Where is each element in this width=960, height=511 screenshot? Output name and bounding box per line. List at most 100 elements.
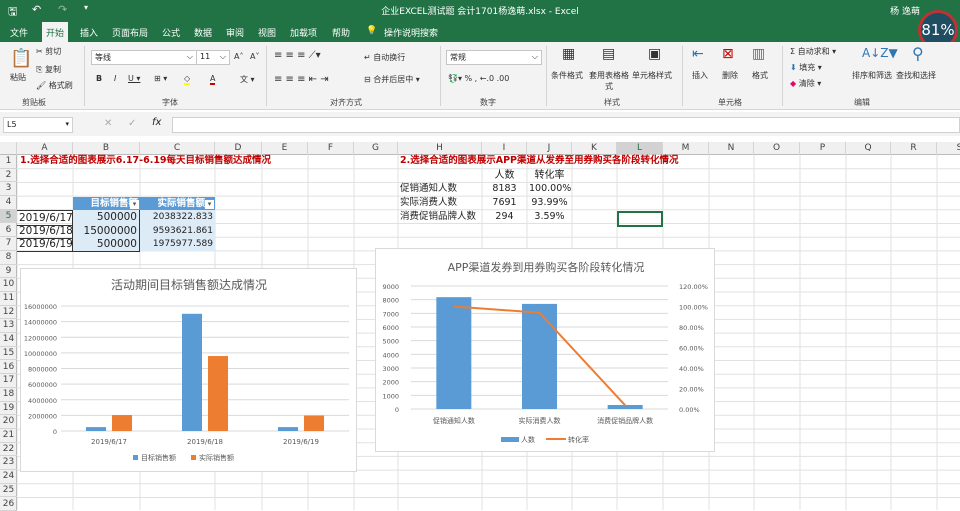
row-header-10[interactable]: 10 — [0, 278, 17, 292]
row-header-20[interactable]: 20 — [0, 415, 17, 429]
format-cells-button[interactable]: 格式 — [752, 70, 768, 81]
paste-button[interactable]: 粘贴 — [10, 72, 26, 83]
x-tick-label: 促销通知人数 — [433, 416, 475, 425]
row-header-5[interactable]: 5 — [0, 210, 17, 224]
column-header-G[interactable]: G — [354, 142, 398, 155]
row-header-21[interactable]: 21 — [0, 429, 17, 443]
row-header-22[interactable]: 22 — [0, 443, 17, 457]
row-header-1[interactable]: 1 — [0, 155, 17, 169]
row-header-13[interactable]: 13 — [0, 319, 17, 333]
tab-review[interactable]: 审阅 — [222, 25, 248, 40]
ribbon: 📋 粘贴 ✂ 剪切 ⎘ 复制 🖌 格式刷 剪贴板 等线⌵ 11⌵ A˄ A˅ B… — [0, 42, 960, 110]
underline-icon[interactable]: U ▾ — [128, 74, 140, 83]
chart-app-conversion[interactable]: APP渠道发券到用券购买各阶段转化情况010002000300040005000… — [375, 248, 715, 452]
fill-button[interactable]: ⬇ 填充 ▾ — [790, 62, 822, 73]
row-headers: 1234567891011121314151617181920212223242… — [0, 155, 17, 510]
y-tick-label: 9000 — [382, 283, 399, 291]
tab-file[interactable]: 文件 — [6, 25, 32, 40]
chevron-down-icon: ⌵ — [532, 52, 538, 62]
filter-dropdown-icon[interactable]: ▾ — [205, 200, 214, 209]
cut-button[interactable]: ✂ 剪切 — [36, 46, 61, 57]
sort-filter-button[interactable]: 排序和筛选 — [852, 70, 892, 81]
enter-icon[interactable]: ✓ — [128, 118, 136, 129]
shrink-font-icon[interactable]: A˅ — [250, 52, 259, 61]
column-header-S[interactable]: S — [937, 142, 960, 155]
row-header-3[interactable]: 3 — [0, 182, 17, 196]
column-header-P[interactable]: P — [800, 142, 846, 155]
row-header-9[interactable]: 9 — [0, 265, 17, 279]
select-all-corner[interactable] — [0, 142, 17, 155]
font-color-icon[interactable]: A — [210, 74, 215, 85]
paste-icon[interactable]: 📋 — [10, 48, 32, 69]
user-name[interactable]: 杨 逸萌 — [890, 4, 920, 17]
merge-center-button[interactable]: ⊟ 合并后居中 ▾ — [364, 74, 420, 85]
tab-home[interactable]: 开始 — [42, 22, 68, 42]
row-header-2[interactable]: 2 — [0, 169, 17, 183]
font-name-select[interactable]: 等线⌵ — [91, 50, 197, 65]
format-as-table-button[interactable]: 套用表格格式 — [588, 70, 630, 92]
grow-font-icon[interactable]: A˄ — [234, 52, 243, 61]
row-header-19[interactable]: 19 — [0, 402, 17, 416]
tell-me-search[interactable]: 操作说明搜索 — [380, 25, 442, 40]
tab-view[interactable]: 视图 — [254, 25, 280, 40]
filter-dropdown-icon[interactable]: ▾ — [130, 200, 139, 209]
row-header-17[interactable]: 17 — [0, 374, 17, 388]
row-header-25[interactable]: 25 — [0, 484, 17, 498]
tab-help[interactable]: 帮助 — [328, 25, 354, 40]
autosum-button[interactable]: Σ 自动求和 ▾ — [790, 46, 836, 57]
chevron-down-icon: ▾ — [65, 120, 69, 128]
tab-page-layout[interactable]: 页面布局 — [108, 25, 152, 40]
tab-addins[interactable]: 加载项 — [286, 25, 321, 40]
tab-insert[interactable]: 插入 — [76, 25, 102, 40]
row-header-16[interactable]: 16 — [0, 361, 17, 375]
row-header-11[interactable]: 11 — [0, 292, 17, 306]
column-header-Q[interactable]: Q — [846, 142, 891, 155]
row-header-26[interactable]: 26 — [0, 498, 17, 511]
selected-cell-L5[interactable] — [617, 211, 663, 227]
wrap-text-button[interactable]: ↵ 自动换行 — [364, 52, 405, 63]
find-select-button[interactable]: 查找和选择 — [896, 70, 936, 81]
row-header-14[interactable]: 14 — [0, 333, 17, 347]
italic-icon[interactable]: I — [114, 74, 116, 83]
align-left-icon[interactable]: ≡ ≡ ≡ ⇤ ⇥ — [274, 74, 329, 85]
border-icon[interactable]: ⊞ ▾ — [154, 74, 167, 83]
name-box[interactable]: L5▾ — [3, 117, 73, 133]
number-format-select[interactable]: 常规⌵ — [446, 50, 542, 65]
cell-styles-button[interactable]: 单元格样式 — [632, 70, 672, 81]
copy-button[interactable]: ⎘ 复制 — [36, 64, 61, 75]
row-header-6[interactable]: 6 — [0, 224, 17, 238]
tab-data[interactable]: 数据 — [190, 25, 216, 40]
insert-cells-button[interactable]: 插入 — [692, 70, 708, 81]
group-clipboard: 剪贴板 — [22, 97, 46, 108]
conditional-format-button[interactable]: 条件格式 — [551, 70, 583, 81]
delete-cells-button[interactable]: 删除 — [722, 70, 738, 81]
phonetic-icon[interactable]: 文 ▾ — [240, 74, 255, 85]
row-header-8[interactable]: 8 — [0, 251, 17, 265]
accounting-format-icon[interactable]: 💱▾ % , ←.0 .00 — [448, 74, 509, 83]
row-header-12[interactable]: 12 — [0, 306, 17, 320]
chart-sales-target[interactable]: 活动期间目标销售额达成情况020000004000000600000080000… — [20, 268, 357, 472]
cancel-icon[interactable]: ✕ — [104, 118, 112, 129]
row-header-18[interactable]: 18 — [0, 388, 17, 402]
y-tick-label: 2000000 — [28, 412, 57, 420]
column-header-N[interactable]: N — [709, 142, 754, 155]
formula-input[interactable] — [172, 117, 960, 133]
font-size-select[interactable]: 11⌵ — [196, 50, 230, 65]
bold-icon[interactable]: B — [96, 74, 102, 83]
y-tick-label: 16000000 — [24, 303, 57, 311]
align-top-icon[interactable]: ≡ ≡ ≡ ⟋▾ — [274, 50, 321, 61]
row-header-23[interactable]: 23 — [0, 456, 17, 470]
insert-function-icon[interactable]: fx — [152, 117, 161, 128]
column-header-R[interactable]: R — [891, 142, 937, 155]
row-header-15[interactable]: 15 — [0, 347, 17, 361]
row-header-7[interactable]: 7 — [0, 237, 17, 251]
bar-实际销售额 — [112, 415, 132, 431]
row-header-4[interactable]: 4 — [0, 196, 17, 210]
clear-button[interactable]: ◆ 清除 ▾ — [790, 78, 821, 89]
row-header-24[interactable]: 24 — [0, 470, 17, 484]
tab-formulas[interactable]: 公式 — [158, 25, 184, 40]
fill-color-icon[interactable]: ◇ — [184, 74, 190, 85]
column-header-O[interactable]: O — [754, 142, 800, 155]
column-header-F[interactable]: F — [308, 142, 354, 155]
format-painter-button[interactable]: 🖌 格式刷 — [36, 80, 73, 91]
